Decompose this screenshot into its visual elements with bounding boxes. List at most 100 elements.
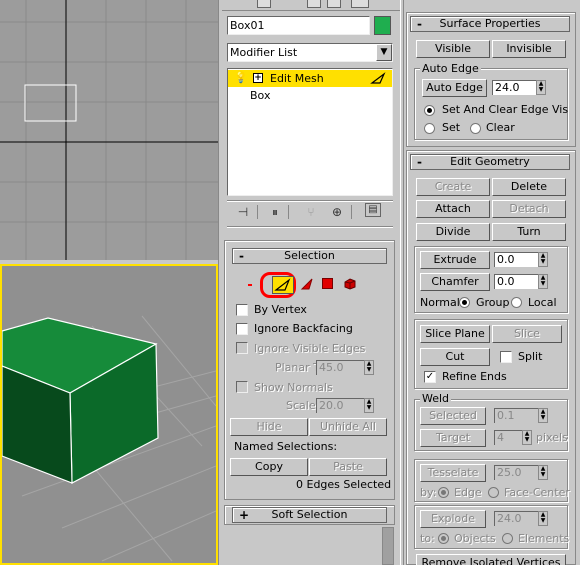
edit-geometry-header[interactable]: - Edit Geometry bbox=[410, 154, 570, 170]
tessellate-spinner[interactable]: 25.0 ▲ ▼ bbox=[494, 465, 548, 480]
chevron-down-icon[interactable]: ▼ bbox=[376, 44, 392, 61]
create-button[interactable]: Create bbox=[416, 178, 490, 196]
object-color-swatch[interactable] bbox=[374, 16, 391, 35]
weld-target-value[interactable]: 4 bbox=[494, 430, 522, 445]
vertex-level-icon[interactable] bbox=[248, 284, 252, 286]
extrude-button[interactable]: Extrude bbox=[420, 251, 490, 269]
chamfer-value[interactable]: 0.0 bbox=[494, 274, 538, 289]
configure-sets-icon[interactable]: ▤ bbox=[365, 203, 381, 217]
turn-button[interactable]: Turn bbox=[492, 223, 566, 241]
to-elements-radio[interactable] bbox=[502, 533, 513, 544]
stack-item-edit-mesh[interactable]: 💡 + Edit Mesh bbox=[228, 70, 392, 87]
motion-tab-icon[interactable] bbox=[307, 0, 321, 8]
chamfer-spinner[interactable]: 0.0 ▲ ▼ bbox=[494, 274, 548, 289]
visible-button[interactable]: Visible bbox=[416, 40, 490, 58]
ignore-backfacing-checkbox[interactable] bbox=[236, 323, 248, 335]
ignore-visible-edges-checkbox[interactable] bbox=[236, 342, 248, 354]
planar-thresh-spinner[interactable]: 45.0 ▲ ▼ bbox=[316, 360, 374, 375]
by-edge-radio[interactable] bbox=[438, 487, 449, 498]
detach-button[interactable]: Detach bbox=[492, 200, 566, 218]
auto-edge-spinner[interactable]: 24.0 ▲ ▼ bbox=[492, 80, 546, 95]
display-tab-icon[interactable] bbox=[327, 0, 341, 8]
polygon-level-icon[interactable] bbox=[322, 278, 333, 289]
auto-edge-button[interactable]: Auto Edge bbox=[422, 79, 487, 97]
modifier-stack[interactable]: 💡 + Edit Mesh Box bbox=[227, 68, 393, 196]
refine-ends-checkbox[interactable]: ✓ bbox=[424, 371, 436, 383]
split-checkbox[interactable] bbox=[500, 351, 512, 363]
expand-plus-icon[interactable]: + bbox=[253, 73, 263, 83]
extrude-value[interactable]: 0.0 bbox=[494, 252, 538, 267]
weld-selected-spinner[interactable]: 0.1 ▲ ▼ bbox=[494, 408, 548, 423]
panel-scrollbar[interactable] bbox=[382, 527, 394, 565]
normal-group-radio[interactable] bbox=[459, 297, 470, 308]
perspective-viewport[interactable] bbox=[0, 264, 218, 565]
spinner-arrows-icon[interactable]: ▲ ▼ bbox=[538, 511, 548, 526]
selection-rollout-header[interactable]: - Selection bbox=[232, 248, 387, 264]
spinner-arrows-icon[interactable]: ▲ ▼ bbox=[364, 398, 374, 413]
explode-value[interactable]: 24.0 bbox=[494, 511, 538, 526]
attach-button[interactable]: Attach bbox=[416, 200, 490, 218]
extrude-spinner[interactable]: 0.0 ▲ ▼ bbox=[494, 252, 548, 267]
to-label: to: bbox=[420, 532, 435, 545]
perspective-scene bbox=[2, 315, 216, 562]
tessellate-value[interactable]: 25.0 bbox=[494, 465, 538, 480]
normal-local-radio[interactable] bbox=[511, 297, 522, 308]
lightbulb-icon[interactable]: 💡 bbox=[234, 71, 248, 84]
delete-button[interactable]: Delete bbox=[492, 178, 566, 196]
utilities-tab-icon[interactable] bbox=[351, 0, 369, 8]
surface-properties-header[interactable]: - Surface Properties bbox=[410, 16, 570, 32]
clear-radio[interactable] bbox=[470, 123, 481, 134]
face-level-icon[interactable] bbox=[300, 277, 314, 291]
modifier-list-dropdown[interactable]: Modifier List ▼ bbox=[227, 43, 393, 62]
explode-button[interactable]: Explode bbox=[420, 510, 486, 528]
pin-stack-icon[interactable]: ⊣ bbox=[234, 203, 252, 221]
command-panel-tabs[interactable] bbox=[227, 0, 397, 10]
stack-item-box[interactable]: Box bbox=[228, 88, 392, 104]
to-objects-radio[interactable] bbox=[438, 533, 449, 544]
modifier-list-label: Modifier List bbox=[230, 46, 298, 59]
auto-edge-value[interactable]: 24.0 bbox=[492, 80, 536, 95]
copy-button[interactable]: Copy bbox=[230, 458, 308, 476]
scale-spinner[interactable]: 20.0 ▲ ▼ bbox=[316, 398, 374, 413]
spinner-arrows-icon[interactable]: ▲ ▼ bbox=[538, 465, 548, 480]
spinner-arrows-icon[interactable]: ▲ ▼ bbox=[364, 360, 374, 375]
weld-target-spinner[interactable]: 4 ▲ ▼ bbox=[494, 430, 532, 445]
element-level-icon[interactable] bbox=[343, 277, 357, 291]
unhide-all-button[interactable]: Unhide All bbox=[309, 418, 387, 436]
explode-spinner[interactable]: 24.0 ▲ ▼ bbox=[494, 511, 548, 526]
rollout-title: Edit Geometry bbox=[450, 155, 530, 168]
slice-button[interactable]: Slice bbox=[492, 325, 562, 343]
spinner-arrows-icon[interactable]: ▲ ▼ bbox=[538, 408, 548, 423]
object-name-field[interactable]: Box01 bbox=[227, 16, 370, 35]
invisible-button[interactable]: Invisible bbox=[492, 40, 566, 58]
spinner-arrows-icon[interactable]: ▲ ▼ bbox=[538, 252, 548, 267]
remove-modifier-icon[interactable]: ⊕ bbox=[328, 203, 346, 221]
spinner-arrows-icon[interactable]: ▲ ▼ bbox=[522, 430, 532, 445]
by-face-center-radio[interactable] bbox=[488, 487, 499, 498]
hide-button[interactable]: Hide bbox=[230, 418, 308, 436]
hierarchy-tab-icon[interactable] bbox=[257, 0, 271, 8]
divide-button[interactable]: Divide bbox=[416, 223, 490, 241]
chamfer-button[interactable]: Chamfer bbox=[420, 273, 490, 291]
show-normals-checkbox[interactable] bbox=[236, 381, 248, 393]
edge-level-button[interactable] bbox=[272, 276, 294, 294]
by-vertex-checkbox[interactable] bbox=[236, 304, 248, 316]
tessellate-button[interactable]: Tesselate bbox=[420, 464, 486, 482]
scale-value[interactable]: 20.0 bbox=[316, 398, 364, 413]
set-radio[interactable] bbox=[424, 123, 435, 134]
weld-selected-value[interactable]: 0.1 bbox=[494, 408, 538, 423]
make-unique-icon[interactable]: ⑂ bbox=[302, 203, 320, 221]
weld-target-button[interactable]: Target bbox=[420, 429, 486, 447]
remove-isolated-vertices-button[interactable]: Remove Isolated Vertices bbox=[416, 554, 566, 565]
paste-button[interactable]: Paste bbox=[309, 458, 387, 476]
spinner-arrows-icon[interactable]: ▲ ▼ bbox=[538, 274, 548, 289]
soft-selection-rollout-header[interactable]: + Soft Selection bbox=[232, 507, 387, 523]
cut-button[interactable]: Cut bbox=[420, 348, 490, 366]
set-and-clear-radio[interactable] bbox=[424, 105, 435, 116]
planar-thresh-value[interactable]: 45.0 bbox=[316, 360, 364, 375]
spinner-arrows-icon[interactable]: ▲ ▼ bbox=[536, 80, 546, 95]
show-end-result-icon[interactable]: ⏸ bbox=[266, 203, 284, 221]
weld-selected-button[interactable]: Selected bbox=[420, 407, 486, 425]
slice-plane-button[interactable]: Slice Plane bbox=[420, 325, 490, 343]
top-viewport[interactable] bbox=[0, 0, 218, 260]
